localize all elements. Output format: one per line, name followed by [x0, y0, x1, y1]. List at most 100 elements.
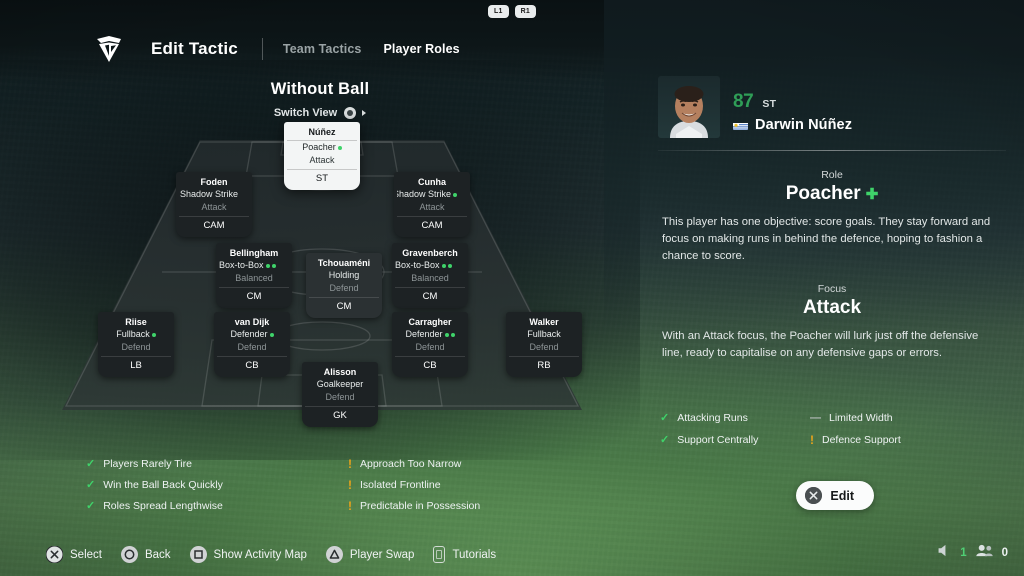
tick-icon: ✓ [86, 478, 96, 491]
footer-action-label: Select [70, 548, 102, 561]
player-card-role-text: Shadow Strike [180, 189, 239, 199]
player-card-role: Shadow Strike [397, 188, 467, 201]
focus-label: Focus [817, 283, 847, 295]
player-rating: 87 [733, 91, 754, 112]
trait-item: ! Isolated Frontline [348, 479, 556, 491]
player-card-position: CAM [397, 216, 467, 232]
player-card-gravenberch[interactable]: Gravenberch Box-to-Box Balanced CM [392, 243, 468, 308]
player-card-role-text: Fullback [527, 329, 561, 339]
player-name: Darwin Núñez [755, 117, 853, 133]
player-card-walker[interactable]: Walker Fullback Defend RB [506, 312, 582, 377]
player-name-row: Darwin Núñez [733, 117, 852, 133]
edit-button[interactable]: Edit [796, 481, 874, 510]
trait-label: Players Rarely Tire [103, 458, 192, 470]
player-card-cunha[interactable]: Cunha Shadow Strike Attack CAM [394, 172, 470, 237]
player-card-nunez[interactable]: Núñez Poacher Attack ST [284, 122, 360, 190]
right-stick-arrow-icon [362, 110, 367, 116]
role-pip-icon [265, 263, 270, 268]
player-rating-row: 87 ST [733, 91, 852, 113]
team-traits-list: ✓ Players Rarely Tire ! Approach Too Nar… [86, 458, 556, 512]
footer-action-tutorials[interactable]: Tutorials [433, 546, 496, 563]
player-card-focus: Defend [237, 342, 267, 352]
footer-action-player-swap[interactable]: Player Swap [325, 546, 415, 563]
dash-icon: — [810, 411, 821, 424]
header-divider [261, 38, 263, 60]
player-card-focus: Defend [121, 342, 151, 352]
player-card-van-dijk[interactable]: van Dijk Defender Defend CB [214, 312, 290, 377]
player-card-tchouameni[interactable]: Tchouaméni Holding Defend CM [306, 253, 382, 318]
player-card-role: Holding [309, 269, 379, 282]
trait-label: Attacking Runs [677, 412, 748, 424]
role-pip-icon [151, 332, 156, 337]
role-pip-icon [337, 145, 342, 150]
player-card-role: Poacher [287, 141, 357, 154]
player-card-bellingham[interactable]: Bellingham Box-to-Box Balanced CM [216, 243, 292, 308]
player-card-role: Fullback [509, 328, 579, 341]
trait-label: Isolated Frontline [360, 479, 441, 491]
panel-divider [658, 150, 1006, 151]
voice-chat-count: 1 [960, 547, 967, 559]
switch-view-control[interactable]: Switch View [0, 107, 640, 119]
player-card-name: Bellingham [229, 248, 279, 258]
ps-cross-icon [46, 546, 63, 563]
online-players-count: 0 [1001, 547, 1008, 559]
player-card-role-text: Box-to-Box [395, 260, 440, 270]
pitch-surface-container[interactable]: Núñez Poacher Attack ST Foden Shadow Str… [62, 122, 582, 427]
footer-action-label: Player Swap [349, 548, 415, 561]
player-card-foden[interactable]: Foden Shadow Strike Attack CAM [176, 172, 252, 237]
focus-section: Focus Attack With an Attack focus, the P… [640, 283, 1024, 362]
trait-item: ✓ Players Rarely Tire [86, 458, 348, 470]
footer-action-back[interactable]: Back [120, 546, 171, 563]
player-card-name: Núñez [287, 126, 357, 141]
ps-cross-icon [805, 487, 823, 504]
role-pip-icon [269, 332, 274, 337]
player-card-focus: Defend [325, 392, 355, 402]
player-card-name: van Dijk [234, 317, 270, 327]
tick-icon: ✓ [86, 499, 96, 512]
player-card-position: CM [395, 287, 465, 303]
pitch-panel: Without Ball Switch View Núñez Poacher A… [0, 78, 640, 438]
tab-team-tactics[interactable]: Team Tactics [283, 42, 362, 56]
player-card-role: Defender [217, 328, 287, 341]
trait-label: Win the Ball Back Quickly [103, 479, 223, 491]
players-icon [975, 544, 994, 562]
player-card-riise[interactable]: Riise Fullback Defend LB [98, 312, 174, 377]
player-card-role-text: Fullback [116, 329, 150, 339]
warning-icon: ! [810, 433, 814, 447]
trait-label: Limited Width [829, 412, 893, 424]
tab-player-roles[interactable]: Player Roles [383, 42, 459, 56]
role-pip-icon [444, 332, 449, 337]
trait-item: ! Approach Too Narrow [348, 458, 556, 470]
edit-button-label: Edit [830, 488, 854, 503]
ps-triangle-icon [325, 546, 343, 563]
uruguay-flag-icon [733, 120, 748, 130]
trait-item: ✓ Support Centrally [660, 434, 810, 446]
bumper-r1[interactable]: R1 [514, 5, 536, 18]
role-value-row: Poacher ✚ [662, 183, 1002, 205]
player-card-role-text: Goalkeeper [316, 379, 364, 389]
player-card-role-text: Defender [405, 329, 443, 339]
player-card-position: ST [287, 169, 357, 185]
trait-label: Approach Too Narrow [360, 458, 462, 470]
trait-item: ! Predictable in Possession [348, 500, 556, 512]
player-traits-list: ✓ Attacking Runs — Limited Width ✓ Suppo… [640, 412, 1024, 446]
bumper-l1[interactable]: L1 [488, 5, 509, 18]
role-label: Role [821, 169, 843, 181]
player-card-alisson[interactable]: Alisson Goalkeeper Defend GK [302, 362, 378, 427]
trait-item: ✓ Roles Spread Lengthwise [86, 500, 348, 512]
trait-item: ✓ Attacking Runs [660, 412, 810, 424]
player-position: ST [762, 98, 777, 110]
footer-action-label: Show Activity Map [213, 548, 307, 561]
player-card-carragher[interactable]: Carragher Defender Defend CB [392, 312, 468, 377]
role-pip-icon [453, 192, 458, 197]
bumper-hints: L1 R1 [0, 5, 1024, 18]
footer-action-label: Back [144, 548, 171, 561]
player-card-focus: Defend [415, 342, 445, 352]
trait-item: ! Defence Support [810, 434, 1024, 446]
player-card-name: Cunha [418, 177, 446, 187]
footer-action-select[interactable]: Select [46, 546, 102, 563]
tick-icon: ✓ [86, 457, 96, 470]
player-card-name: Gravenberch [402, 248, 458, 258]
player-card-name: Tchouaméni [317, 258, 371, 268]
footer-action-show-activity-map[interactable]: Show Activity Map [189, 546, 307, 563]
